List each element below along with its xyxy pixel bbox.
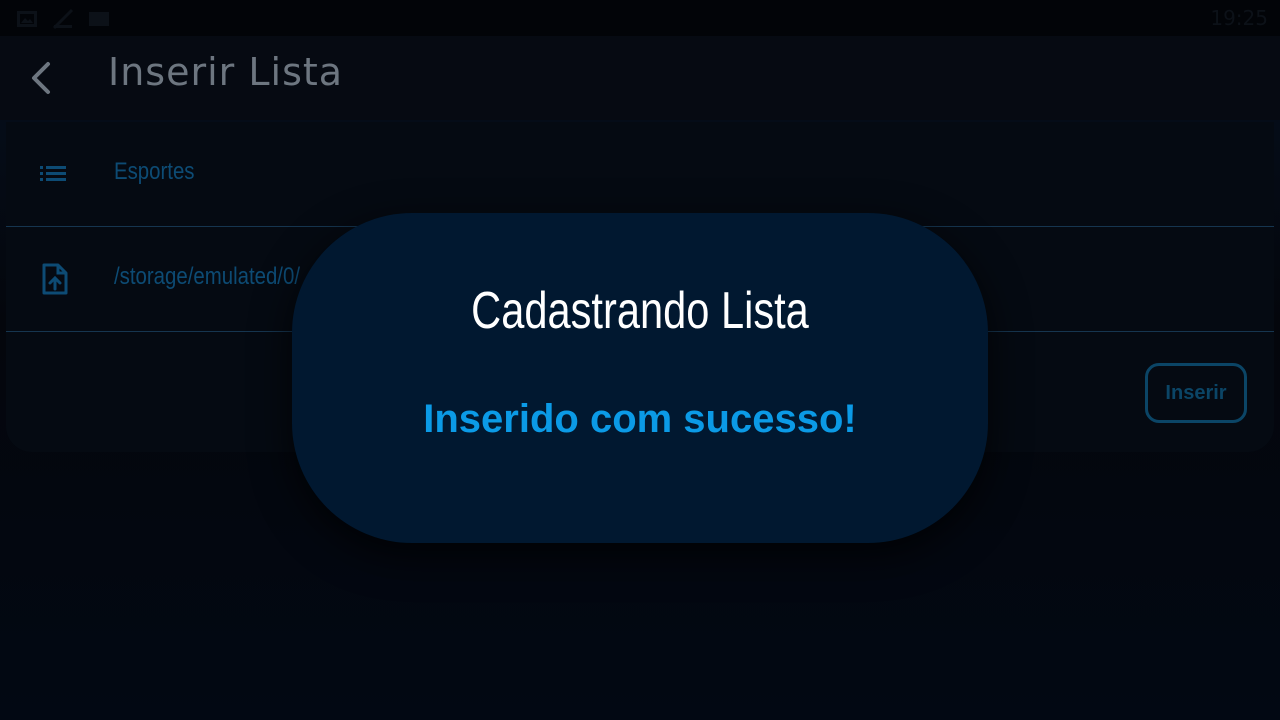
file-path-value: /storage/emulated/0/ — [114, 263, 300, 290]
card-icon — [89, 12, 109, 26]
page-title: Inserir Lista — [108, 50, 344, 94]
list-name-value: Esportes — [114, 158, 195, 185]
list-name-field[interactable]: Esportes — [6, 122, 1274, 227]
image-icon — [17, 11, 37, 27]
status-bar: 19:25 — [0, 0, 1280, 36]
dialog-message: Inserido com sucesso! — [423, 397, 857, 441]
status-time: 19:25 — [1210, 6, 1268, 30]
signal-icon — [52, 8, 74, 30]
progress-dialog: Cadastrando Lista Inserido com sucesso! — [292, 213, 988, 543]
list-icon — [40, 166, 66, 181]
chevron-left-icon[interactable] — [26, 60, 58, 96]
insert-button[interactable]: Inserir — [1145, 363, 1247, 423]
dialog-title: Cadastrando Lista — [471, 282, 809, 340]
file-upload-icon — [42, 263, 68, 295]
app-bar: Inserir Lista — [0, 36, 1280, 120]
